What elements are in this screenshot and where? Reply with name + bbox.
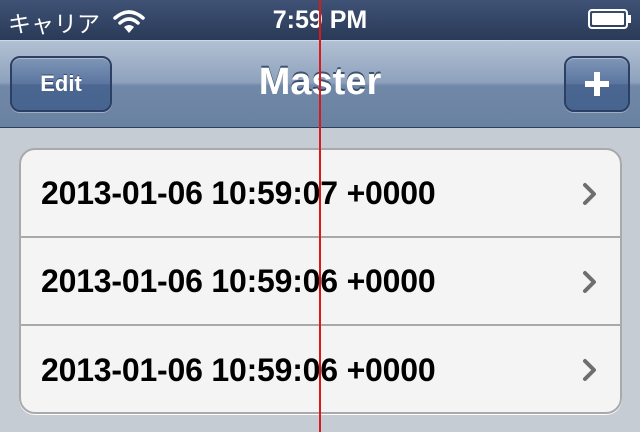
plus-icon: [585, 72, 609, 96]
row-timestamp: 2013-01-06 10:59:06 +0000: [41, 262, 436, 299]
chevron-right-icon: [583, 271, 596, 293]
row-timestamp: 2013-01-06 10:59:07 +0000: [41, 174, 436, 211]
chevron-right-icon: [583, 183, 596, 205]
center-guide-line: [319, 0, 321, 432]
add-button[interactable]: [564, 56, 630, 112]
row-timestamp: 2013-01-06 10:59:06 +0000: [41, 351, 436, 388]
battery-icon: [588, 9, 631, 29]
chevron-right-icon: [583, 359, 596, 381]
